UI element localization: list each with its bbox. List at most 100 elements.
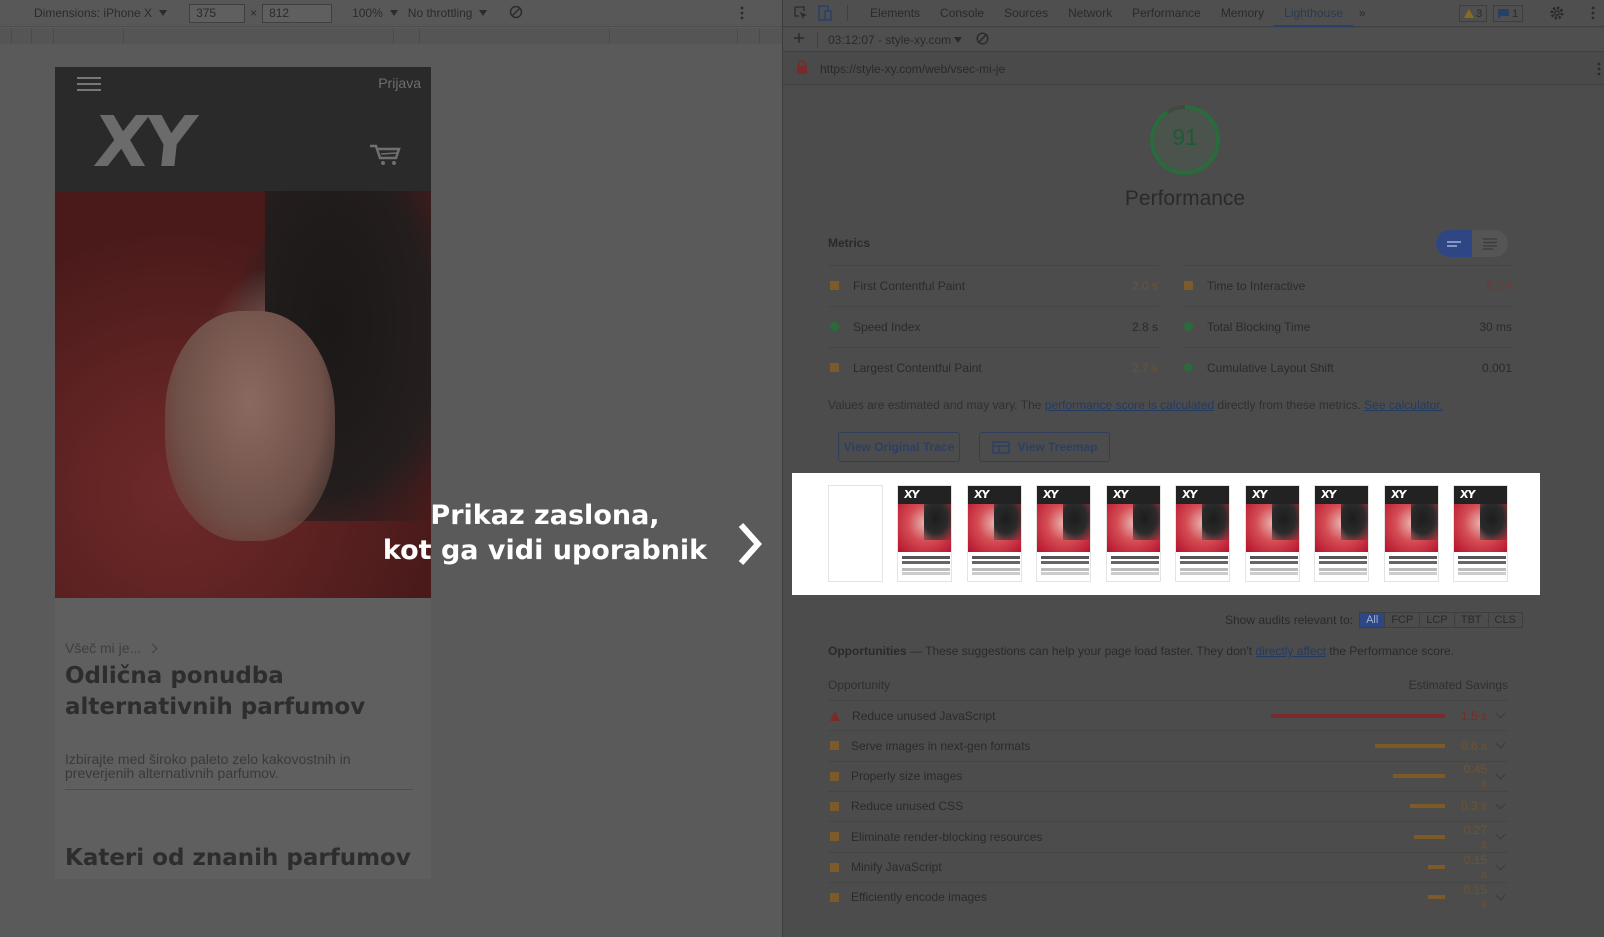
site-header: Prijava XY — [55, 67, 431, 191]
chevron-down-icon[interactable] — [1495, 738, 1506, 749]
device-height-input[interactable] — [262, 3, 333, 23]
metrics-title: Metrics — [828, 236, 871, 250]
metric-value: 30 ms — [1479, 319, 1512, 334]
rotate-disabled-icon[interactable] — [509, 5, 523, 22]
divider — [65, 789, 413, 790]
metric-row: First Contentful Paint 2.0 s — [828, 265, 1158, 305]
savings-bar — [1375, 743, 1445, 748]
cart-icon[interactable] — [368, 143, 402, 170]
breadcrumb[interactable]: Všeč mi je... — [65, 640, 158, 656]
metric-row: Total Blocking Time 30 ms — [1182, 306, 1512, 346]
opportunity-row[interactable]: Reduce unused JavaScript 1.5 s — [828, 700, 1508, 730]
savings-bar-track — [1245, 832, 1445, 842]
tab-lighthouse[interactable]: Lighthouse — [1274, 0, 1353, 27]
metrics-note: Values are estimated and may vary. The p… — [828, 398, 1548, 412]
chevron-down-icon[interactable] — [1495, 860, 1506, 870]
pass-circle-icon — [1184, 322, 1193, 331]
page-description: Izbirajte med široko paleto zelo kakovos… — [65, 751, 351, 781]
filmstrip-frame — [828, 485, 883, 582]
chevron-right-arrow-icon — [738, 522, 763, 569]
chevron-down-icon[interactable] — [1495, 829, 1506, 840]
see-calculator-link[interactable]: See calculator. — [1364, 398, 1443, 412]
chevron-down-icon — [479, 10, 488, 16]
directly-affect-link[interactable]: directly affect — [1255, 644, 1325, 658]
messages-badge[interactable]: 1 — [1493, 5, 1524, 22]
lighthouse-toolbar: 03:12:07 - style-xy.com — [783, 28, 1604, 52]
report-url-link[interactable]: https://style-xy.com/web/vsec-mi-je — [820, 62, 1005, 76]
filmstrip-frame: XY — [1175, 485, 1230, 582]
savings-bar — [1410, 804, 1445, 809]
treemap-icon — [991, 440, 1010, 454]
clear-report-icon[interactable] — [976, 31, 989, 48]
inspect-element-icon[interactable] — [791, 3, 811, 23]
more-options-icon[interactable] — [1597, 62, 1601, 79]
estimated-savings-column-header: Estimated Savings — [1408, 678, 1508, 692]
metric-name: Cumulative Layout Shift — [1207, 360, 1334, 375]
site-logo[interactable]: XY — [91, 101, 196, 183]
opportunity-row[interactable]: Serve images in next-gen formats 0.6 s — [828, 730, 1508, 760]
savings-bar — [1428, 895, 1445, 900]
gear-icon[interactable] — [1549, 5, 1565, 24]
tab-sources[interactable]: Sources — [994, 0, 1058, 27]
more-tabs-icon[interactable]: » — [1359, 6, 1366, 20]
metric-name: Total Blocking Time — [1207, 319, 1311, 334]
more-options-icon[interactable] — [740, 6, 744, 23]
hamburger-menu-icon[interactable] — [77, 77, 101, 95]
view-treemap-button[interactable]: View Treemap — [979, 432, 1110, 462]
report-selector-dropdown[interactable]: 03:12:07 - style-xy.com — [828, 33, 963, 47]
chevron-down-icon[interactable] — [1495, 890, 1506, 901]
tab-network[interactable]: Network — [1058, 0, 1122, 27]
report-url-bar: https://style-xy.com/web/vsec-mi-je — [783, 53, 1604, 85]
filter-lcp[interactable]: LCP — [1420, 613, 1455, 627]
expanded-view-icon[interactable] — [1472, 230, 1508, 257]
collapsed-view-icon[interactable] — [1436, 230, 1472, 257]
opportunity-savings: 0.45 s — [1463, 762, 1487, 791]
device-viewport[interactable]: Prijava XY Všeč mi je... Odlična ponudba… — [55, 67, 431, 879]
note-text: Values are estimated and may vary. The — [828, 398, 1045, 412]
view-treemap-label: View Treemap — [1017, 440, 1098, 454]
opportunity-savings: 0.15 s — [1463, 883, 1487, 912]
performance-score-value: 91 — [1172, 124, 1198, 150]
opportunity-row[interactable]: Efficiently encode images 0.15 s — [828, 881, 1508, 912]
zoom-label: 100% — [352, 6, 383, 20]
filter-tbt[interactable]: TBT — [1455, 613, 1489, 627]
tab-performance[interactable]: Performance — [1122, 0, 1211, 27]
chevron-down-icon[interactable] — [1495, 708, 1506, 719]
zoom-dropdown[interactable]: 100% — [352, 6, 398, 20]
chevron-down-icon[interactable] — [1495, 769, 1506, 780]
tab-elements[interactable]: Elements — [860, 0, 930, 27]
login-link[interactable]: Prijava — [378, 75, 421, 91]
filmstrip-frame: XY — [1245, 485, 1300, 582]
lighthouse-report: 91 Performance Metrics First Contentful … — [783, 86, 1604, 937]
opportunity-row[interactable]: Eliminate render-blocking resources 0.27 … — [828, 821, 1508, 851]
throttling-dropdown[interactable]: No throttling — [408, 6, 488, 20]
opportunity-row[interactable]: Properly size images 0.45 s — [828, 760, 1508, 791]
filmstrip-frame: XY — [1036, 485, 1091, 582]
device-dimensions-dropdown[interactable]: Dimensions: iPhone X — [34, 6, 168, 20]
messages-count: 1 — [1512, 7, 1519, 20]
tab-memory[interactable]: Memory — [1211, 0, 1274, 27]
filter-fcp[interactable]: FCP — [1385, 613, 1421, 627]
more-options-icon[interactable] — [1591, 6, 1595, 23]
metric-value: 6.5 s — [1485, 278, 1512, 293]
opportunities-description: — These suggestions can help your page l… — [906, 644, 1256, 658]
tab-console[interactable]: Console — [930, 0, 994, 27]
device-width-input[interactable] — [189, 3, 246, 23]
savings-bar-track — [1245, 801, 1445, 811]
warnings-badge[interactable]: 3 — [1459, 5, 1488, 22]
view-original-trace-button[interactable]: View Original Trace — [838, 432, 960, 462]
savings-bar — [1414, 834, 1445, 839]
chevron-down-icon[interactable] — [1495, 799, 1506, 810]
opportunity-savings: 1.5 s — [1460, 708, 1487, 723]
score-calculation-link[interactable]: performance score is calculated — [1045, 398, 1214, 412]
devtools-pane: Elements Console Sources Network Performance… — [782, 0, 1604, 937]
device-toolbar-toggle-icon[interactable] — [815, 3, 835, 23]
opportunity-row[interactable]: Reduce unused CSS 0.3 s — [828, 790, 1508, 821]
note-text: directly from these metrics. — [1214, 398, 1365, 412]
metrics-view-toggle[interactable] — [1436, 230, 1508, 257]
new-report-icon[interactable] — [793, 32, 805, 47]
filter-all[interactable]: All — [1360, 613, 1386, 627]
opportunity-row[interactable]: Minify JavaScript 0.15 s — [828, 851, 1508, 882]
opportunities-header: Opportunity Estimated Savings — [828, 678, 1508, 692]
filter-cls[interactable]: CLS — [1489, 613, 1522, 627]
